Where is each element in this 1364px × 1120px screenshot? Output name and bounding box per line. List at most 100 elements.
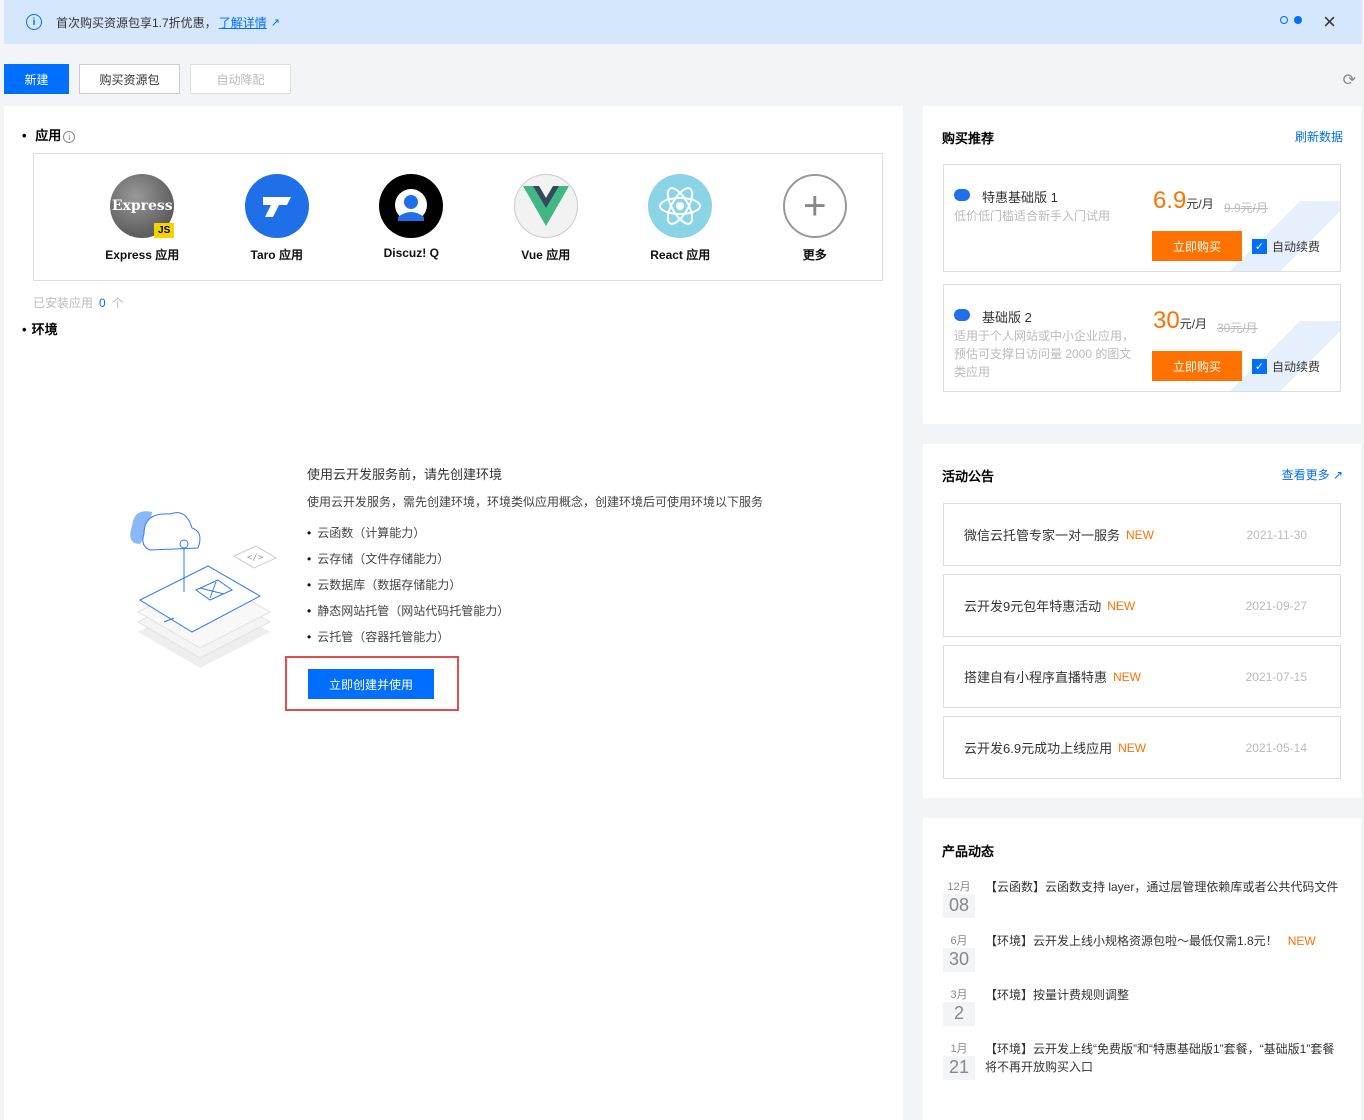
create-env-button[interactable]: 立即创建并使用 bbox=[308, 669, 434, 699]
env-description: 使用云开发服务，需先创建环境，环境类似应用概念，创建环境后可使用环境以下服务 bbox=[307, 495, 764, 509]
news-date: 6月 30 bbox=[943, 932, 975, 972]
banner-pager[interactable] bbox=[1280, 16, 1302, 24]
news-text-content[interactable]: 【环境】云开发上线小规格资源包啦～最低仅需1.8元！ bbox=[985, 934, 1278, 948]
news-text[interactable]: 【云函数】云函数支持 layer，通过层管理依赖库或者公共代码文件 bbox=[985, 878, 1338, 918]
news-text-content[interactable]: 【环境】云开发上线“免费版”和“特惠基础版1”套餐，“基础版1”套餐将不再开放购… bbox=[985, 1042, 1334, 1074]
announcement-title: 活动公告 bbox=[942, 469, 995, 484]
auto-renew-checkbox[interactable]: ✓ 自动续费 bbox=[1252, 238, 1320, 255]
app-name: Taro 应用 bbox=[250, 248, 303, 262]
service-list: 云函数（计算能力） 云存储（文件存储能力） 云数据库（数据存储能力） 静态网站托… bbox=[307, 524, 763, 654]
price-unit: 元/月 bbox=[1179, 317, 1208, 331]
new-badge: NEW bbox=[1287, 934, 1316, 948]
view-more-text[interactable]: 查看更多 bbox=[1282, 468, 1330, 482]
help-icon[interactable]: i bbox=[63, 131, 76, 143]
plus-icon: + bbox=[782, 174, 847, 238]
auto-downgrade-button[interactable]: 自动降配 bbox=[190, 64, 291, 94]
announcement-text[interactable]: 微信云托管专家一对一服务 bbox=[964, 525, 1120, 544]
news-text[interactable]: 【环境】云开发上线“免费版”和“特惠基础版1”套餐，“基础版1”套餐将不再开放购… bbox=[985, 1040, 1341, 1080]
app-name: Vue 应用 bbox=[521, 248, 571, 262]
announcement-date: 2021-07-15 bbox=[1245, 669, 1307, 684]
app-name: Express 应用 bbox=[105, 248, 180, 262]
news-item[interactable]: 1月 21 【环境】云开发上线“免费版”和“特惠基础版1”套餐，“基础版1”套餐将… bbox=[943, 1040, 1343, 1080]
installed-unit: 个 bbox=[111, 296, 124, 310]
new-button[interactable]: 新建 bbox=[4, 64, 69, 94]
refresh-data-link[interactable]: 刷新数据 bbox=[1295, 128, 1343, 145]
news-item[interactable]: 12月 08 【云函数】云函数支持 layer，通过层管理依赖库或者公共代码文件 bbox=[943, 878, 1343, 918]
main-panel: 应用i Express JS Express 应用 Taro 应用 Discuz… bbox=[4, 106, 903, 1120]
buy-recommend-card: 购买推荐 刷新数据 特惠基础版 1 低价低门槛适合新手入门试用 6.9元/月 9… bbox=[923, 106, 1361, 424]
news-date: 3月 2 bbox=[943, 986, 975, 1026]
installed-label: 已安装应用 bbox=[33, 296, 94, 310]
external-link-icon[interactable]: ↗ bbox=[271, 16, 280, 29]
service-item: 云数据库（数据存储能力） bbox=[307, 576, 763, 602]
price-value: 6.9 bbox=[1153, 187, 1187, 214]
news-text-content[interactable]: 【云函数】云函数支持 layer，通过层管理依赖库或者公共代码文件 bbox=[985, 880, 1338, 894]
vue-logo-icon bbox=[513, 174, 578, 238]
news-text[interactable]: 【环境】云开发上线小规格资源包啦～最低仅需1.8元！ NEW bbox=[985, 932, 1316, 972]
app-vue[interactable]: Vue 应用 bbox=[479, 154, 614, 280]
check-icon[interactable]: ✓ bbox=[1252, 359, 1267, 374]
external-link-icon[interactable]: ↗ bbox=[1333, 468, 1343, 482]
apps-title-text: 应用 bbox=[35, 128, 62, 143]
news-date: 1月 21 bbox=[943, 1040, 975, 1080]
auto-renew-label: 自动续费 bbox=[1272, 240, 1321, 254]
news-date: 12月 08 bbox=[943, 878, 975, 918]
announcement-text[interactable]: 搭建自有小程序直播特惠 bbox=[964, 667, 1107, 686]
announcement-text[interactable]: 云开发6.9元成功上线应用 bbox=[964, 738, 1112, 757]
announcement-text[interactable]: 云开发9元包年特惠活动 bbox=[964, 596, 1101, 615]
buy-now-button[interactable]: 立即购买 bbox=[1152, 351, 1242, 381]
package-name: 特惠基础版 1 bbox=[982, 190, 1058, 205]
news-day: 2 bbox=[953, 1003, 964, 1023]
news-text-content[interactable]: 【环境】按量计费规则调整 bbox=[985, 988, 1129, 1002]
buy-package-button[interactable]: 购买资源包 bbox=[79, 64, 180, 94]
refresh-icon[interactable]: ⟳ bbox=[1343, 70, 1356, 90]
app-express[interactable]: Express JS Express 应用 bbox=[75, 154, 210, 280]
view-more-link[interactable]: 查看更多 ↗ bbox=[1282, 466, 1343, 483]
price-unit: 元/月 bbox=[1186, 197, 1214, 211]
app-discuz[interactable]: Discuz! Q bbox=[344, 154, 479, 280]
close-icon[interactable]: × bbox=[1323, 9, 1336, 35]
auto-renew-checkbox[interactable]: ✓ 自动续费 bbox=[1252, 358, 1320, 375]
banner-text: 首次购买资源包享1.7折优惠， bbox=[56, 15, 217, 30]
news-item[interactable]: 6月 30 【环境】云开发上线小规格资源包啦～最低仅需1.8元！ NEW bbox=[943, 932, 1343, 972]
app-react[interactable]: React 应用 bbox=[613, 154, 748, 280]
env-heading: 使用云开发服务前，请先创建环境 bbox=[307, 467, 503, 482]
auto-renew-label: 自动续费 bbox=[1272, 360, 1321, 374]
cloud-icon bbox=[954, 189, 970, 201]
news-day: 21 bbox=[948, 1057, 970, 1077]
taro-logo-icon bbox=[244, 174, 309, 238]
env-empty-state: 使用云开发服务前，请先创建环境 使用云开发服务，需先创建环境，环境类似应用概念，… bbox=[307, 464, 763, 654]
news-text[interactable]: 【环境】按量计费规则调整 bbox=[985, 986, 1129, 1026]
apps-section-title: 应用i bbox=[22, 125, 76, 144]
svg-text:</>: </> bbox=[247, 553, 264, 563]
news-item[interactable]: 3月 2 【环境】按量计费规则调整 bbox=[943, 986, 1343, 1026]
service-item: 云托管（容器托管能力） bbox=[307, 628, 763, 654]
old-price: 9.9元/月 bbox=[1224, 201, 1269, 215]
check-icon[interactable]: ✓ bbox=[1252, 239, 1267, 254]
package-card: 基础版 2 适用于个人网站或中小企业应用，预估可支撑日访问量 2000 的图文类… bbox=[943, 284, 1341, 392]
pager-dot-active[interactable] bbox=[1294, 16, 1302, 24]
announcement-item[interactable]: 搭建自有小程序直播特惠 NEW 2021-07-15 bbox=[943, 645, 1341, 708]
app-list: Express JS Express 应用 Taro 应用 Discuz! Q … bbox=[33, 153, 883, 281]
announcement-card: 活动公告 查看更多 ↗ 微信云托管专家一对一服务 NEW 2021-11-30 云… bbox=[923, 444, 1361, 798]
buy-now-button[interactable]: 立即购买 bbox=[1152, 231, 1242, 261]
cloud-env-illustration: </> bbox=[130, 511, 278, 668]
news-month: 12月 bbox=[943, 878, 975, 894]
service-item: 云函数（计算能力） bbox=[307, 524, 763, 550]
new-badge: NEW bbox=[1107, 598, 1136, 613]
announcement-item[interactable]: 云开发9元包年特惠活动 NEW 2021-09-27 bbox=[943, 574, 1341, 637]
announcement-item[interactable]: 微信云托管专家一对一服务 NEW 2021-11-30 bbox=[943, 503, 1341, 566]
pager-dot[interactable] bbox=[1280, 16, 1288, 24]
app-taro[interactable]: Taro 应用 bbox=[210, 154, 345, 280]
app-more[interactable]: + 更多 bbox=[748, 154, 883, 280]
discuz-logo-icon bbox=[379, 174, 444, 238]
product-news-card: 产品动态 12月 08 【云函数】云函数支持 layer，通过层管理依赖库或者公共… bbox=[923, 818, 1361, 1120]
announcement-item[interactable]: 云开发6.9元成功上线应用 NEW 2021-05-14 bbox=[943, 716, 1341, 779]
package-card: 特惠基础版 1 低价低门槛适合新手入门试用 6.9元/月 9.9元/月 立即购买… bbox=[943, 164, 1341, 272]
app-name: Discuz! Q bbox=[383, 246, 439, 260]
news-month: 3月 bbox=[943, 986, 975, 1002]
banner-learn-more-link[interactable]: 了解详情 bbox=[219, 14, 267, 31]
news-month: 1月 bbox=[943, 1040, 975, 1056]
installed-count[interactable]: 0 bbox=[99, 296, 106, 310]
old-price: 30元/月 bbox=[1217, 321, 1258, 335]
